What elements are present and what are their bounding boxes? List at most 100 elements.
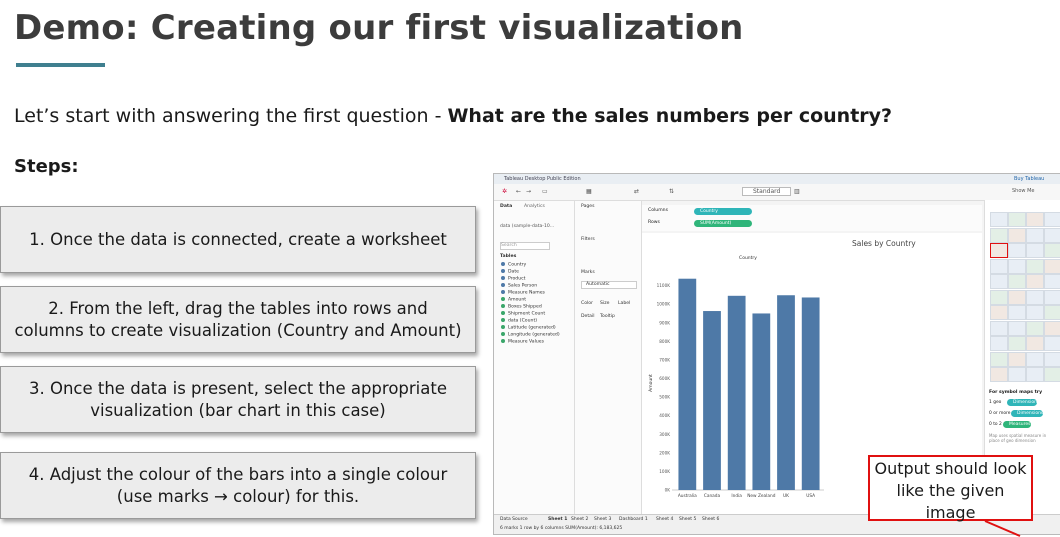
data-tab[interactable]: Data xyxy=(500,204,512,209)
chart-type-thumbnail-icon[interactable] xyxy=(1026,320,1044,336)
chart-type-thumbnail-icon[interactable] xyxy=(1044,336,1060,351)
save-icon[interactable]: ▭ xyxy=(542,188,548,195)
chart-type-thumbnail-icon[interactable] xyxy=(990,243,1008,258)
datasource-name[interactable]: data (sample-data-10... xyxy=(500,224,554,229)
chart-type-thumbnail-icon[interactable] xyxy=(1008,305,1026,320)
chart-type-thumbnail-icon[interactable] xyxy=(1044,320,1060,336)
field-shipment-count[interactable]: Shipment Count xyxy=(501,311,545,317)
mark-type-dropdown[interactable]: Automatic xyxy=(581,281,637,289)
chart-type-thumbnail-icon[interactable] xyxy=(1044,227,1060,243)
chart-type-thumbnail-icon[interactable] xyxy=(1008,243,1026,258)
redo-icon[interactable]: → xyxy=(526,188,531,195)
chart-type-thumbnail-icon[interactable] xyxy=(990,258,1008,274)
chart-type-thumbnail-icon[interactable] xyxy=(990,367,1008,382)
field-boxes-shipped[interactable]: Boxes Shipped xyxy=(501,304,542,310)
field-amount[interactable]: Amount xyxy=(501,297,526,303)
chart-type-thumbnail-icon[interactable] xyxy=(1008,351,1026,367)
bar-new-zealand[interactable] xyxy=(752,313,771,490)
chart-type-thumbnail-icon[interactable] xyxy=(1026,274,1044,289)
chart-type-thumbnail-icon[interactable] xyxy=(1026,258,1044,274)
chart-type-thumbnail-icon[interactable] xyxy=(990,274,1008,289)
field-product[interactable]: Product xyxy=(501,276,525,282)
chart-type-icon[interactable]: ▥ xyxy=(794,188,800,195)
shelves: Columns Country Rows SUM(Amount) xyxy=(642,205,982,231)
sheet-tab-1[interactable]: Sheet 1 xyxy=(548,517,567,522)
chart-type-thumbnail-icon[interactable] xyxy=(1044,243,1060,258)
sheet-tab-2[interactable]: Sheet 2 xyxy=(571,517,588,522)
sheet-tab-4[interactable]: Sheet 4 xyxy=(656,517,673,522)
chart-type-thumbnail-icon[interactable] xyxy=(990,289,1008,305)
chart-type-thumbnail-icon[interactable] xyxy=(1008,274,1026,289)
bar-india[interactable] xyxy=(727,295,746,490)
data-source-tab[interactable]: Data Source xyxy=(500,517,528,522)
chart-type-thumbnail-icon[interactable] xyxy=(990,351,1008,367)
rows-pill[interactable]: SUM(Amount) xyxy=(694,220,752,227)
bar-australia[interactable] xyxy=(678,278,697,490)
fit-dropdown[interactable]: Standard xyxy=(742,187,792,196)
chart-title: Sales by Country xyxy=(852,239,916,248)
tooltip-button[interactable]: Tooltip xyxy=(600,314,615,319)
step-4-text: 4. Adjust the colour of the bars into a … xyxy=(28,464,448,506)
analytics-tab[interactable]: Analytics xyxy=(524,204,545,209)
chart-type-thumbnail-icon[interactable] xyxy=(1044,258,1060,274)
step-1-text: 1. Once the data is connected, create a … xyxy=(29,229,447,249)
columns-pill[interactable]: Country xyxy=(694,208,752,215)
hint-zero-to-two: 0 to 2 xyxy=(989,422,1002,427)
chart-type-thumbnail-icon[interactable] xyxy=(990,320,1008,336)
field-latitude[interactable]: Latitude (generated) xyxy=(501,325,556,331)
chart-type-thumbnail-icon[interactable] xyxy=(1008,289,1026,305)
sheet-tab-3[interactable]: Sheet 3 xyxy=(594,517,611,522)
size-button[interactable]: Size xyxy=(600,301,609,306)
chart-type-thumbnail-icon[interactable] xyxy=(1026,243,1044,258)
tableau-logo-icon: ✲ xyxy=(502,188,508,195)
chart-type-thumbnail-icon[interactable] xyxy=(1044,351,1060,367)
bar-uk[interactable] xyxy=(777,295,795,490)
chart-type-thumbnail-icon[interactable] xyxy=(1044,274,1060,289)
field-country[interactable]: Country xyxy=(501,262,526,268)
chart-type-thumbnail-icon[interactable] xyxy=(1044,367,1060,382)
field-measure-names[interactable]: Measure Names xyxy=(501,290,545,296)
chart-type-thumbnail-icon[interactable] xyxy=(1008,227,1026,243)
swap-icon[interactable]: ⇄ xyxy=(634,188,639,195)
show-me-button[interactable]: Show Me xyxy=(1012,188,1034,194)
field-measure-values[interactable]: Measure Values xyxy=(501,339,544,345)
hint-measures-pill: Measures xyxy=(1003,421,1031,428)
bar-usa[interactable] xyxy=(801,297,820,490)
chart-type-thumbnail-icon[interactable] xyxy=(1026,212,1044,227)
field-longitude[interactable]: Longitude (generated) xyxy=(501,332,560,338)
field-search-input[interactable]: Search xyxy=(500,242,550,250)
label-button[interactable]: Label xyxy=(618,301,630,306)
chart-type-thumbnail-icon[interactable] xyxy=(990,336,1008,351)
new-sheet-icon[interactable]: ▦ xyxy=(586,188,592,195)
chart-type-thumbnail-icon[interactable] xyxy=(1026,351,1044,367)
chart-type-thumbnail-icon[interactable] xyxy=(990,305,1008,320)
color-button[interactable]: Color xyxy=(581,301,593,306)
sort-icon[interactable]: ⇅ xyxy=(669,188,674,195)
chart-type-thumbnail-icon[interactable] xyxy=(1026,227,1044,243)
chart-type-thumbnail-icon[interactable] xyxy=(1008,320,1026,336)
chart-type-thumbnail-icon[interactable] xyxy=(1008,212,1026,227)
bar-canada[interactable] xyxy=(703,311,721,490)
dashboard-tab-1[interactable]: Dashboard 1 xyxy=(619,517,648,522)
field-date[interactable]: Date xyxy=(501,269,519,275)
chart-type-thumbnail-icon[interactable] xyxy=(1026,305,1044,320)
chart-type-thumbnail-icon[interactable] xyxy=(1044,289,1060,305)
chart-type-thumbnail-icon[interactable] xyxy=(1044,305,1060,320)
chart-type-thumbnail-icon[interactable] xyxy=(1008,258,1026,274)
chart-type-thumbnail-icon[interactable] xyxy=(990,212,1008,227)
field-sales-person[interactable]: Sales Person xyxy=(501,283,537,289)
chart-type-thumbnail-icon[interactable] xyxy=(1008,336,1026,351)
chart-type-thumbnail-icon[interactable] xyxy=(1026,289,1044,305)
sheet-tab-6[interactable]: Sheet 6 xyxy=(702,517,719,522)
detail-button[interactable]: Detail xyxy=(581,314,595,319)
buy-tableau-link[interactable]: Buy Tableau xyxy=(1014,176,1044,182)
x-tick-label: Canada xyxy=(704,493,721,499)
chart-type-thumbnail-icon[interactable] xyxy=(990,227,1008,243)
chart-type-thumbnail-icon[interactable] xyxy=(1026,367,1044,382)
chart-type-thumbnail-icon[interactable] xyxy=(1026,336,1044,351)
sheet-tab-5[interactable]: Sheet 5 xyxy=(679,517,696,522)
field-data-count[interactable]: data (Count) xyxy=(501,318,537,324)
undo-icon[interactable]: ← xyxy=(516,188,521,195)
chart-type-thumbnail-icon[interactable] xyxy=(1008,367,1026,382)
chart-type-thumbnail-icon[interactable] xyxy=(1044,212,1060,227)
